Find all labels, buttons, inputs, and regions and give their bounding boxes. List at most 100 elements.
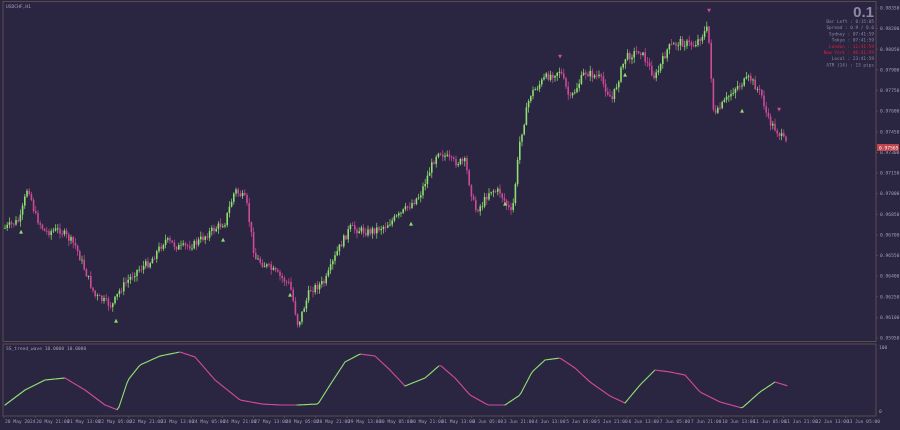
candle-body (556, 72, 558, 76)
time-label: 24 May 21:00 (223, 419, 256, 425)
candle-body (219, 223, 222, 227)
candle-body (347, 229, 349, 240)
candle-body (37, 212, 39, 224)
time-label: 5 Jun 21:00 (597, 419, 628, 425)
candle-body (327, 270, 330, 276)
price-label: 0.97750 (880, 88, 900, 94)
candle-body (611, 96, 613, 100)
candle-body (156, 251, 158, 259)
candle-body (530, 96, 532, 102)
candle-body (70, 237, 72, 241)
candle-body (145, 261, 147, 266)
candle-body (712, 78, 715, 110)
candle-body (338, 244, 341, 252)
candle-body (442, 154, 444, 157)
info-line: Bar Left : 0:15:05 (826, 19, 874, 25)
candle-body (774, 123, 776, 131)
candle-body (321, 281, 323, 285)
candle-body (598, 74, 600, 77)
candle-body (127, 279, 129, 283)
candle-body (475, 199, 477, 211)
candle-body (576, 88, 578, 93)
candle-body (739, 86, 741, 87)
candle-body (745, 76, 748, 79)
chart-window[interactable]: USDCHF,H1 SS_trend_wave 10.0000 10.0000 … (0, 0, 900, 430)
candle-body (294, 300, 297, 315)
candle-body (270, 264, 272, 270)
candle-body (404, 206, 407, 210)
candle-body (453, 157, 455, 159)
candle-body (593, 75, 596, 78)
candle-body (13, 223, 15, 225)
candle-body (626, 52, 629, 60)
info-big-value: 0.1 (853, 4, 874, 21)
price-label: 0.97450 (880, 129, 900, 135)
candle-body (107, 298, 110, 306)
candle-body (767, 112, 770, 117)
candle-body (655, 72, 657, 79)
candle-body (684, 45, 686, 47)
down-arrow-marker-icon: ▼ (558, 54, 562, 60)
info-line: Sydney : 07:41:59 (829, 31, 874, 37)
candle-body (367, 229, 369, 236)
candle-body (87, 276, 90, 277)
candle-body (448, 154, 451, 157)
candle-body (257, 258, 259, 260)
candle-body (43, 228, 46, 231)
candle-body (222, 226, 224, 228)
candle-body (615, 87, 618, 89)
candle-body (208, 231, 211, 238)
candle-body (204, 236, 206, 240)
candle-body (169, 238, 171, 241)
time-label: 3 Jun 21:00 (504, 419, 535, 425)
candle-body (74, 242, 77, 246)
time-label: 24 May 05:00 (192, 419, 225, 425)
candle-body (125, 282, 127, 284)
candle-body (646, 61, 649, 63)
candle-body (178, 245, 180, 250)
candle-body (450, 156, 453, 158)
candle-body (406, 206, 409, 208)
candle-body (426, 175, 429, 185)
candle-body (151, 258, 154, 264)
candle-body (536, 88, 539, 90)
candle-body (541, 79, 543, 85)
candle-body (560, 71, 563, 74)
wave-segment (122, 388, 126, 396)
candle-body (699, 39, 701, 41)
candle-body (272, 267, 275, 270)
candle-body (591, 70, 594, 78)
candle-body (180, 244, 182, 246)
candle-body (670, 44, 673, 45)
time-label: 21 May 13:00 (67, 419, 100, 425)
candle-body (72, 237, 74, 243)
candle-body (642, 52, 644, 55)
price-label: 0.96100 (880, 315, 900, 321)
candle-body (373, 228, 376, 234)
price-label: 0.96250 (880, 294, 900, 300)
candle-body (96, 295, 99, 297)
candle-body (723, 99, 726, 102)
time-label: 30 May 21:00 (410, 419, 443, 425)
candle-body (32, 199, 35, 212)
candle-body (235, 189, 237, 194)
candle-body (387, 225, 389, 228)
candle-body (59, 228, 61, 234)
candle-body (360, 227, 363, 232)
down-arrow-marker-icon: ▼ (707, 8, 711, 14)
candle-body (241, 192, 244, 197)
candle-body (569, 94, 572, 96)
candle-body (10, 222, 13, 224)
candle-body (613, 88, 616, 100)
chart-canvas[interactable]: USDCHF,H1 SS_trend_wave 10.0000 10.0000 … (0, 0, 900, 430)
candle-body (428, 172, 431, 176)
candle-body (565, 78, 567, 87)
candle-body (329, 264, 332, 271)
candle-body (461, 158, 464, 162)
candle-body (252, 232, 255, 253)
candle-body (323, 281, 325, 284)
wave-segment (524, 381, 528, 386)
candle-body (365, 233, 367, 236)
candle-body (743, 78, 745, 86)
candle-body (114, 296, 116, 304)
